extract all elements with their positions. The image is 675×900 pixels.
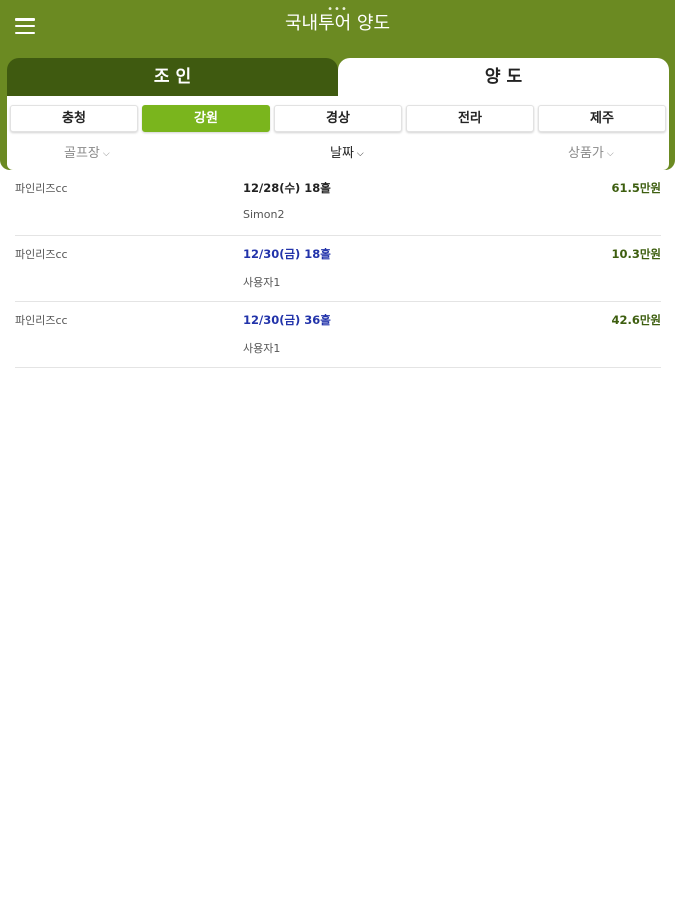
listing-price: 42.6만원 [611, 313, 661, 327]
listing-user: Simon2 [243, 208, 285, 221]
listing-user: 사용자1 [243, 342, 281, 355]
list-item[interactable]: 파인리즈cc 12/28(수) 18홀 Simon2 61.5만원 [15, 170, 661, 236]
region-filter-bar: 충청 강원 경상 전라 제주 [10, 105, 666, 133]
listing-date: 12/30(금) 36홀 [243, 313, 331, 327]
listing-course: 파인리즈cc [15, 182, 68, 195]
sort-date-label: 날짜 [330, 146, 354, 161]
listing-date: 12/28(수) 18홀 [243, 181, 331, 195]
listing-course: 파인리즈cc [15, 248, 68, 261]
sort-price-label: 상품가 [568, 146, 604, 161]
sort-course-label: 골프장 [64, 146, 100, 161]
listing-date: 12/30(금) 18홀 [243, 247, 331, 261]
listing-list: 파인리즈cc 12/28(수) 18홀 Simon2 61.5만원 파인리즈cc… [15, 170, 661, 368]
sort-course[interactable]: 골프장 ⌵ [64, 144, 110, 165]
chevron-down-icon: ⌵ [102, 149, 110, 159]
region-gangwon-button[interactable]: 강원 [142, 105, 270, 132]
list-item[interactable]: 파인리즈cc 12/30(금) 36홀 사용자1 42.6만원 [15, 302, 661, 368]
page-title: 국내투어 양도 [284, 13, 391, 34]
sort-price[interactable]: 상품가 ⌵ [568, 144, 614, 165]
region-chungcheong-button[interactable]: 충청 [10, 105, 138, 132]
region-gyeongsang-button[interactable]: 경상 [274, 105, 402, 132]
sort-date[interactable]: 날짜 ⌵ [330, 144, 364, 165]
listing-user: 사용자1 [243, 276, 281, 289]
listing-course: 파인리즈cc [15, 314, 68, 327]
chevron-down-icon: ⌵ [356, 149, 364, 159]
region-jeolla-button[interactable]: 전라 [406, 105, 534, 132]
chevron-down-icon: ⌵ [606, 149, 614, 159]
listing-price: 61.5만원 [611, 181, 661, 195]
listing-price: 10.3만원 [611, 247, 661, 261]
region-jeju-button[interactable]: 제주 [538, 105, 666, 132]
list-item[interactable]: 파인리즈cc 12/30(금) 18홀 사용자1 10.3만원 [15, 236, 661, 302]
